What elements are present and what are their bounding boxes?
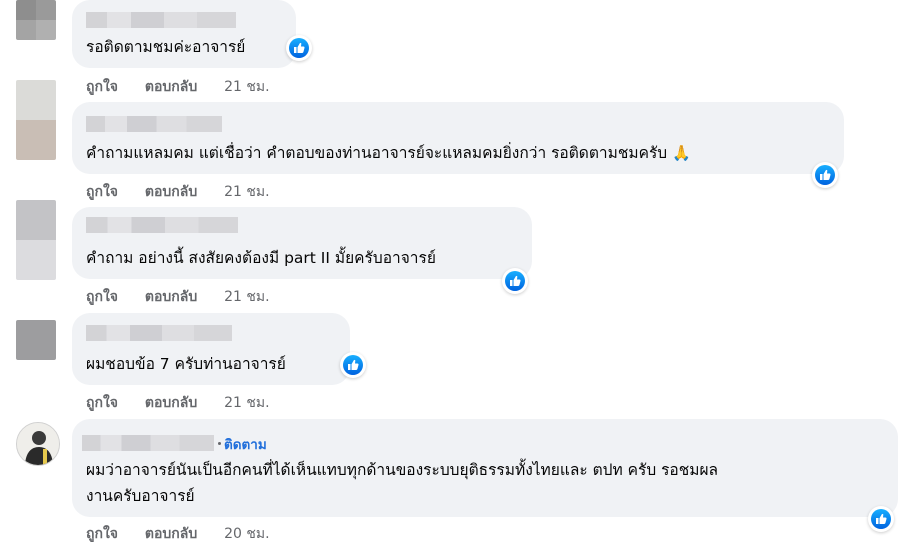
comment-text: รอติดตามชมค่ะอาจารย์ (86, 38, 246, 56)
commenter-name[interactable] (86, 217, 238, 233)
like-button[interactable]: ถูกใจ (86, 76, 118, 98)
comment-bubble: รอติดตามชมค่ะอาจารย์ (72, 0, 296, 68)
like-button[interactable]: ถูกใจ (86, 523, 118, 545)
thumbs-up-icon (294, 42, 305, 53)
like-button[interactable]: ถูกใจ (86, 181, 118, 203)
comment-text: ผมชอบข้อ 7 ครับท่านอาจารย์ (86, 355, 286, 373)
thumbs-up-icon (876, 513, 887, 524)
reply-button[interactable]: ตอบกลับ (145, 392, 197, 414)
person-photo (17, 423, 59, 465)
comment-actions: ถูกใจ ตอบกลับ 21 ชม. (86, 181, 270, 203)
comment-actions: ถูกใจ ตอบกลับ 21 ชม. (86, 392, 270, 414)
thumbs-up-icon (510, 275, 521, 286)
avatar[interactable] (16, 80, 56, 160)
reply-button[interactable]: ตอบกลับ (145, 76, 197, 98)
timestamp[interactable]: 20 ชม. (224, 523, 269, 545)
thumbs-up-icon (820, 169, 831, 180)
timestamp[interactable]: 21 ชม. (224, 76, 269, 98)
like-reaction-badge[interactable] (340, 352, 366, 378)
comment-text: คำถาม อย่างนี้ สงสัยคงต้องมี part II มั้… (86, 249, 436, 267)
comment-actions: ถูกใจ ตอบกลับ 20 ชม. (86, 523, 270, 545)
timestamp[interactable]: 21 ชม. (224, 286, 269, 308)
timestamp[interactable]: 21 ชม. (224, 181, 269, 203)
reply-button[interactable]: ตอบกลับ (145, 181, 197, 203)
commenter-name[interactable] (86, 12, 236, 28)
like-reaction-badge[interactable] (286, 35, 312, 61)
like-button[interactable]: ถูกใจ (86, 392, 118, 414)
pray-emoji: 🙏 (672, 144, 691, 162)
like-reaction-badge[interactable] (502, 268, 528, 294)
commenter-name[interactable] (82, 435, 214, 451)
timestamp[interactable]: 21 ชม. (224, 392, 269, 414)
commenter-name[interactable] (86, 325, 232, 341)
thumbs-up-icon (348, 359, 359, 370)
comment-actions: ถูกใจ ตอบกลับ 21 ชม. (86, 286, 270, 308)
like-reaction-badge[interactable] (868, 506, 894, 532)
avatar[interactable] (16, 200, 56, 280)
comment-bubble: คำถามแหลมคม แต่เชื่อว่า คำตอบของท่านอาจา… (72, 102, 844, 174)
avatar[interactable] (16, 320, 56, 360)
comment-actions: ถูกใจ ตอบกลับ 21 ชม. (86, 76, 270, 98)
separator-dot (218, 442, 221, 445)
avatar[interactable] (16, 422, 60, 466)
comment-text: คำถามแหลมคม แต่เชื่อว่า คำตอบของท่านอาจา… (86, 144, 691, 162)
comment-text-line-1: ผมว่าอาจารย์นันเป็นอีกคนที่ได้เห็นแทบทุก… (86, 461, 719, 479)
comment-bubble: ติดตาม ผมว่าอาจารย์นันเป็นอีกคนที่ได้เห็… (72, 419, 898, 517)
follow-button[interactable]: ติดตาม (224, 433, 267, 455)
reply-button[interactable]: ตอบกลับ (145, 523, 197, 545)
avatar[interactable] (16, 0, 56, 40)
commenter-name[interactable] (86, 116, 222, 132)
reply-button[interactable]: ตอบกลับ (145, 286, 197, 308)
like-reaction-badge[interactable] (812, 162, 838, 188)
like-button[interactable]: ถูกใจ (86, 286, 118, 308)
comment-text-line-2: งานครับอาจารย์ (86, 487, 195, 505)
comment-bubble: ผมชอบข้อ 7 ครับท่านอาจารย์ (72, 313, 350, 385)
comment-bubble: คำถาม อย่างนี้ สงสัยคงต้องมี part II มั้… (72, 207, 532, 279)
